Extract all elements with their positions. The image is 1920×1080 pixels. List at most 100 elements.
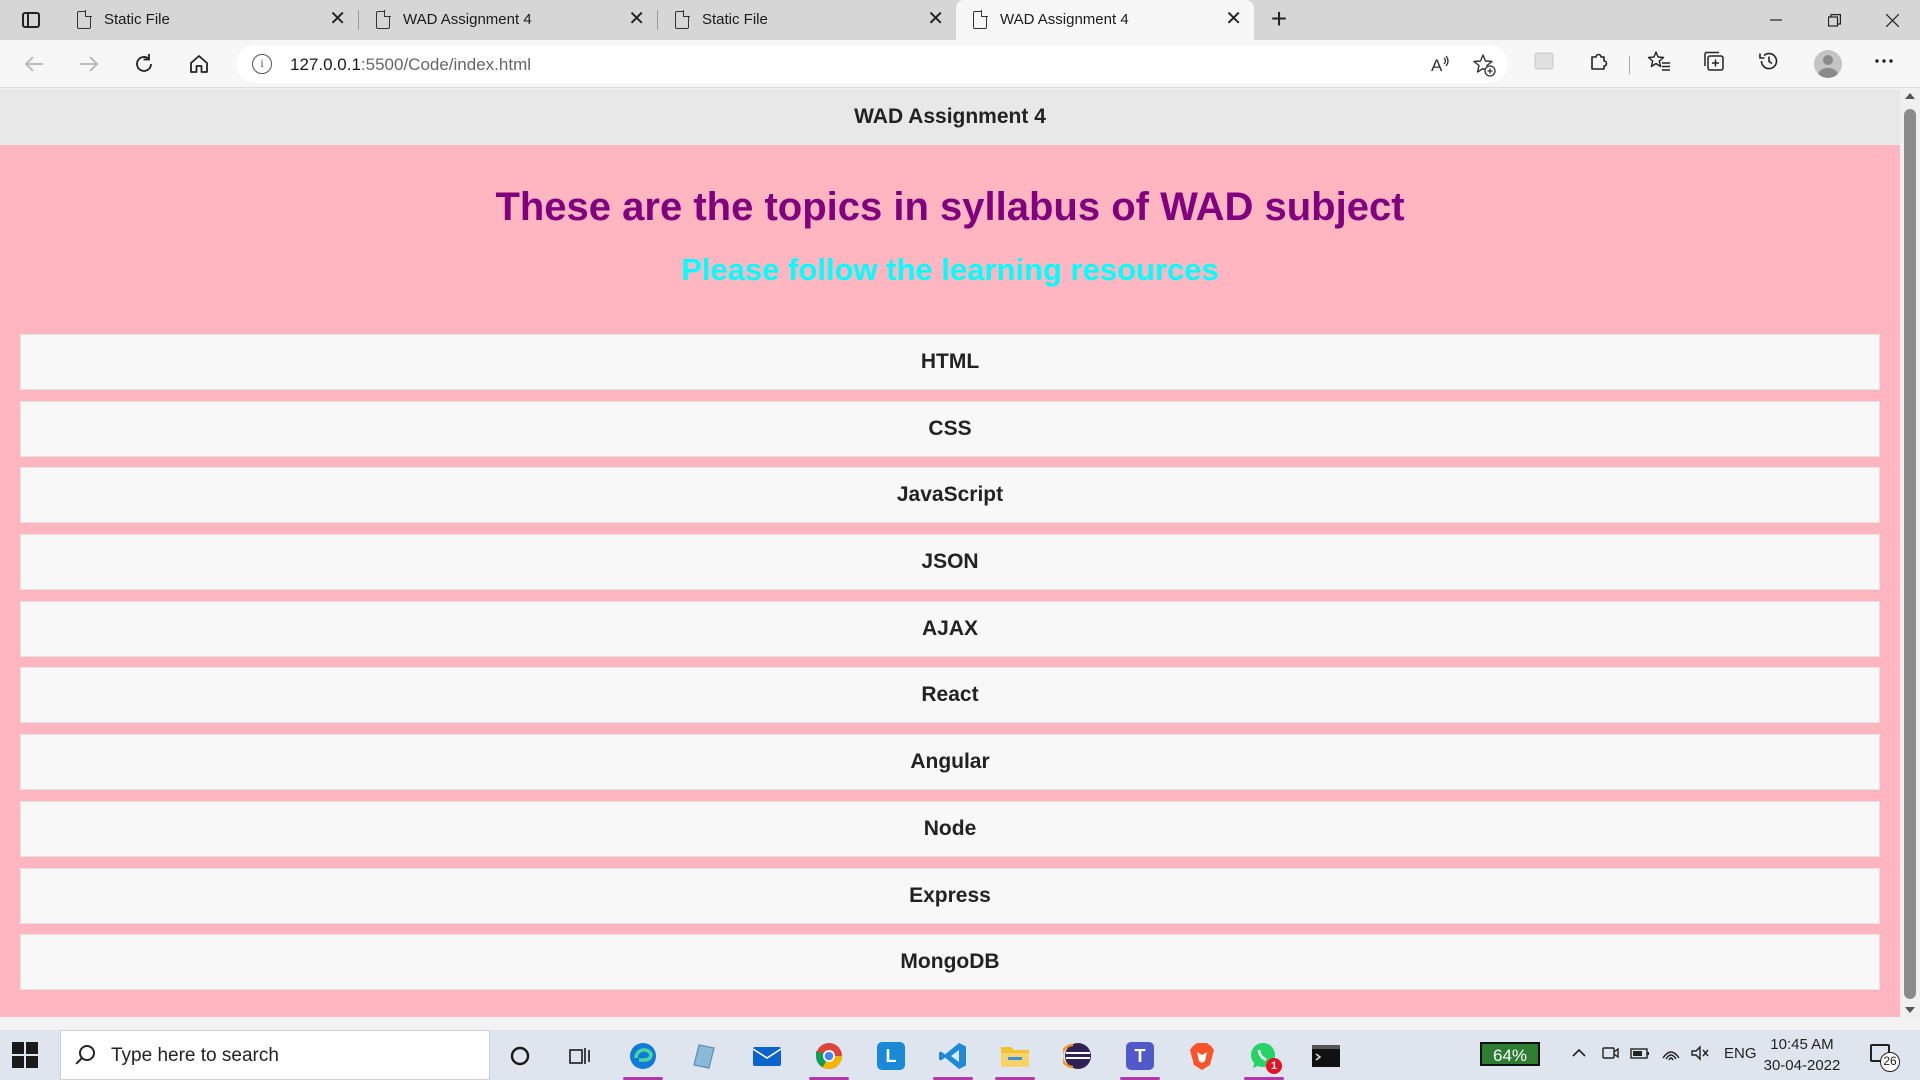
history-glyph [1759, 52, 1778, 70]
file-explorer-app-icon[interactable] [995, 1036, 1035, 1080]
topic-item-css[interactable]: CSS [20, 400, 1880, 457]
tab-close-icon[interactable]: ✕ [329, 9, 346, 29]
mail-glyph [752, 1047, 782, 1066]
home-icon [190, 55, 208, 73]
collections-icon[interactable] [1700, 50, 1728, 78]
language-indicator[interactable]: ENG [1724, 1045, 1757, 1062]
meet-now-icon[interactable] [1601, 1044, 1619, 1067]
libre-app-icon[interactable]: L [871, 1036, 911, 1076]
show-hidden-icons-icon[interactable] [1570, 1044, 1588, 1067]
tab-close-icon[interactable]: ✕ [1225, 9, 1242, 29]
scroll-thumb[interactable] [1904, 109, 1916, 999]
notification-center-button[interactable]: 26 [1866, 1040, 1900, 1072]
chrome-glyph [815, 1043, 843, 1070]
tab-actions-icon [22, 12, 40, 28]
wifi-icon[interactable] [1661, 1044, 1681, 1067]
notification-count: 26 [1880, 1052, 1900, 1072]
terminal-app-icon[interactable] [1306, 1036, 1346, 1076]
tab-strip: Static File ✕ WAD Assignment 4 ✕ Static … [0, 0, 1920, 40]
url-host: 127.0.0.1 [290, 55, 361, 74]
start-button[interactable] [12, 1042, 38, 1068]
tab-close-icon[interactable]: ✕ [628, 9, 645, 29]
topic-item-react[interactable]: React [20, 667, 1880, 724]
page-subheading: Please follow the learning resources [681, 252, 1219, 287]
home-button[interactable] [181, 46, 217, 82]
favorites-icon[interactable] [1645, 50, 1673, 78]
tab-wad-assignment-1[interactable]: WAD Assignment 4 ✕ [359, 0, 657, 40]
page-icon [77, 10, 92, 29]
tab-actions-button[interactable] [14, 6, 48, 34]
url-text[interactable]: 127.0.0.1:5500/Code/index.html [290, 55, 531, 75]
tab-static-file-1[interactable]: Static File ✕ [60, 0, 358, 40]
tab-title: WAD Assignment 4 [1000, 11, 1129, 28]
history-icon[interactable] [1755, 50, 1783, 78]
meet-glyph [1602, 1047, 1619, 1059]
page-icon [675, 10, 690, 29]
chrome-app-icon[interactable] [809, 1036, 849, 1080]
topic-item-mongodb[interactable]: MongoDB [20, 934, 1880, 991]
tab-close-icon[interactable]: ✕ [927, 9, 944, 29]
mail-app-icon[interactable] [747, 1036, 787, 1076]
forward-arrow-icon [80, 56, 99, 72]
edge-app-icon[interactable] [623, 1036, 663, 1080]
brave-glyph [1190, 1043, 1214, 1070]
volume-muted-icon[interactable] [1690, 1044, 1710, 1067]
clock-time: 10:45 AM [1770, 1036, 1834, 1053]
whatsapp-app-icon[interactable]: 1 [1244, 1036, 1284, 1080]
brave-app-icon[interactable] [1182, 1036, 1222, 1076]
tab-title: Static File [104, 11, 170, 28]
tab-wad-assignment-2-active[interactable]: WAD Assignment 4 ✕ [956, 0, 1254, 40]
scroll-up-icon[interactable] [1905, 93, 1915, 99]
system-clock[interactable]: 10:45 AM 30-04-2022 [1762, 1034, 1842, 1076]
volume-glyph [1691, 1045, 1709, 1061]
restore-button[interactable] [1806, 0, 1862, 40]
battery-percentage[interactable]: 64% [1480, 1042, 1540, 1066]
reload-button[interactable] [126, 46, 162, 82]
topic-item-express[interactable]: Express [20, 867, 1880, 924]
topic-item-json[interactable]: JSON [20, 534, 1880, 591]
read-aloud-icon[interactable]: A [1428, 53, 1452, 77]
more-glyph [1875, 59, 1893, 63]
task-view-glyph [569, 1048, 590, 1064]
notepad-app-icon[interactable] [684, 1036, 724, 1076]
add-favorite-icon[interactable] [1472, 53, 1496, 77]
vscode-app-icon[interactable] [933, 1036, 973, 1080]
vertical-scrollbar[interactable] [1900, 89, 1920, 1017]
address-bar[interactable]: i 127.0.0.1:5500/Code/index.html A [236, 45, 1508, 83]
reload-icon [136, 54, 152, 72]
topic-list: HTML CSS JavaScript JSON AJAX React Angu… [20, 334, 1880, 1001]
puzzle-icon[interactable] [1585, 50, 1613, 78]
tab-static-file-2[interactable]: Static File ✕ [658, 0, 956, 40]
profile-avatar[interactable] [1814, 50, 1842, 78]
taskbar-search[interactable]: Type here to search [60, 1030, 490, 1080]
new-tab-button[interactable]: + [1264, 5, 1294, 35]
minimize-icon [1770, 19, 1782, 21]
search-icon [79, 1045, 95, 1061]
eclipse-app-icon[interactable] [1058, 1036, 1098, 1076]
battery-icon[interactable] [1630, 1044, 1650, 1067]
scroll-down-icon[interactable] [1905, 1007, 1915, 1013]
more-icon[interactable] [1870, 50, 1898, 78]
tab-title: WAD Assignment 4 [403, 11, 532, 28]
task-view-icon[interactable] [560, 1036, 600, 1076]
topic-item-angular[interactable]: Angular [20, 734, 1880, 791]
back-button[interactable] [16, 46, 52, 82]
topic-item-node[interactable]: Node [20, 800, 1880, 857]
minimize-button[interactable] [1748, 0, 1804, 40]
extension-placeholder-icon[interactable] [1530, 50, 1558, 78]
topic-item-ajax[interactable]: AJAX [20, 600, 1880, 657]
topic-item-html[interactable]: HTML [20, 334, 1880, 390]
cortana-icon[interactable] [500, 1036, 540, 1076]
forward-button[interactable] [71, 46, 107, 82]
teams-app-icon[interactable]: T [1120, 1036, 1160, 1080]
site-info-icon[interactable]: i [252, 54, 272, 74]
read-aloud-glyph: A [1431, 55, 1449, 75]
topic-item-javascript[interactable]: JavaScript [20, 467, 1880, 524]
page-icon [376, 10, 391, 29]
page-viewport: WAD Assignment 4 These are the topics in… [0, 89, 1900, 1017]
libre-glyph: L [877, 1042, 905, 1070]
page-icon [973, 10, 988, 29]
close-window-button[interactable] [1864, 0, 1920, 40]
windows-taskbar: Type here to search L T 1 64% ENG 10:45 … [0, 1030, 1920, 1080]
extension-glyph [1534, 52, 1554, 70]
